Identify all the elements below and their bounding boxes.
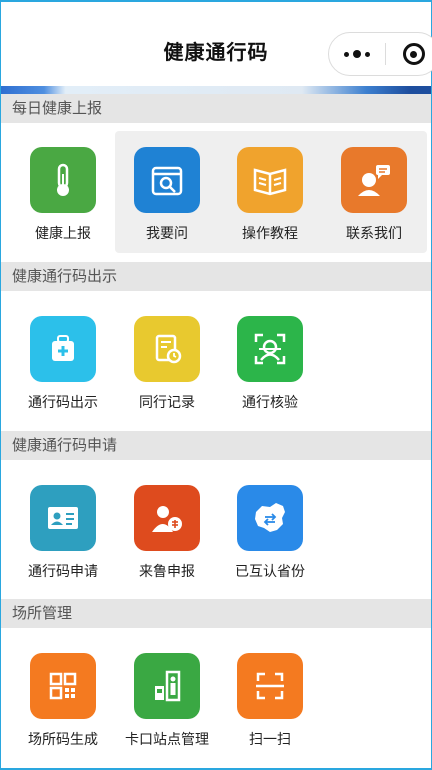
banner-image-strip [1, 86, 431, 94]
china-map-icon [237, 485, 303, 551]
tile-label: 通行码申请 [28, 564, 98, 580]
person-report-icon [134, 485, 200, 551]
tile-health-report[interactable]: 健康上报 [13, 147, 113, 243]
thermometer-icon [30, 147, 96, 213]
section-header-code-display: 健康通行码出示 [1, 262, 431, 291]
face-scan-icon [237, 316, 303, 382]
tile-apply-code[interactable]: 通行码申请 [13, 485, 113, 581]
tile-label: 来鲁申报 [139, 564, 195, 580]
navigation-bar: 健康通行码 [1, 2, 432, 86]
tile-label: 联系我们 [346, 226, 402, 242]
more-menu-button[interactable] [329, 33, 385, 75]
target-icon [402, 43, 425, 65]
tile-contact[interactable]: 联系我们 [324, 147, 424, 243]
tile-venue-code[interactable]: 场所码生成 [13, 653, 113, 749]
tile-verify[interactable]: 通行核验 [220, 316, 320, 412]
section-header-venue-management: 场所管理 [1, 599, 431, 628]
question-search-icon [134, 147, 200, 213]
tile-ask[interactable]: 我要问 [117, 147, 217, 243]
scan-icon [237, 653, 303, 719]
tile-mutual-provinces[interactable]: 已互认省份 [220, 485, 320, 581]
close-program-button[interactable] [386, 33, 432, 75]
section-header-daily-report: 每日健康上报 [1, 94, 431, 123]
tile-label: 通行核验 [242, 395, 298, 411]
support-agent-icon [341, 147, 407, 213]
tile-label: 同行记录 [139, 395, 195, 411]
section-header-code-apply: 健康通行码申请 [1, 431, 431, 460]
more-dots-icon [365, 51, 370, 57]
tile-tutorial[interactable]: 操作教程 [220, 147, 320, 243]
tile-label: 卡口站点管理 [125, 732, 209, 748]
more-dots-icon [353, 50, 361, 58]
mini-program-capsule [328, 32, 432, 76]
checkpoint-icon [134, 653, 200, 719]
tile-label: 场所码生成 [28, 732, 98, 748]
tile-checkpoint[interactable]: 卡口站点管理 [117, 653, 217, 749]
tile-arrival-report[interactable]: 来鲁申报 [117, 485, 217, 581]
tile-label: 我要问 [146, 226, 188, 242]
tile-travel-record[interactable]: 同行记录 [117, 316, 217, 412]
tile-scan[interactable]: 扫一扫 [220, 653, 320, 749]
tile-label: 通行码出示 [28, 395, 98, 411]
qr-code-icon [30, 653, 96, 719]
id-card-icon [30, 485, 96, 551]
tile-label: 扫一扫 [249, 732, 291, 748]
tile-label: 健康上报 [35, 226, 91, 242]
book-icon [237, 147, 303, 213]
tile-label: 已互认省份 [235, 564, 305, 580]
record-clock-icon [134, 316, 200, 382]
tile-label: 操作教程 [242, 226, 298, 242]
more-dots-icon [344, 51, 349, 57]
medical-bag-icon [30, 316, 96, 382]
tile-show-code[interactable]: 通行码出示 [13, 316, 113, 412]
